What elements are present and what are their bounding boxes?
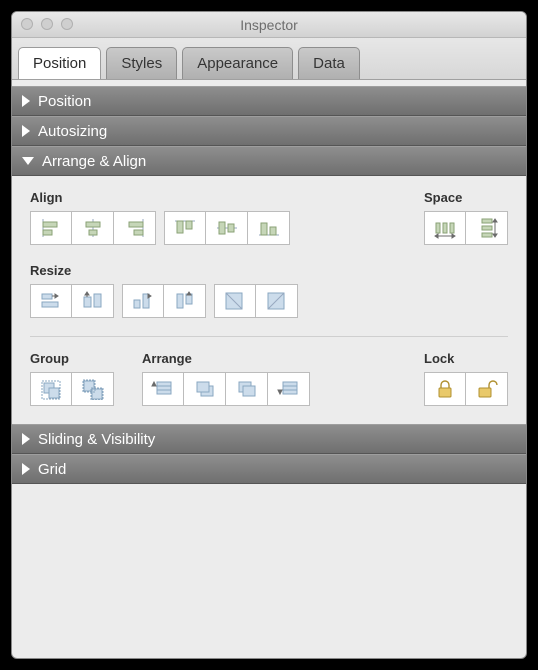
inspector-window: Inspector Position Styles Appearance Dat… [11,11,527,659]
tab-appearance[interactable]: Appearance [182,47,293,79]
space-label: Space [424,190,508,205]
section-title: Grid [38,461,66,478]
disclosure-down-icon [22,157,34,165]
zoom-window-button[interactable] [61,18,73,30]
align-horizontal-strip [30,211,156,245]
minimize-window-button[interactable] [41,18,53,30]
bring-forward-icon [193,378,217,400]
close-window-button[interactable] [21,18,33,30]
lock-button[interactable] [424,372,466,406]
resize-match-strip [30,284,114,318]
resize-to-largest-strip [214,284,298,318]
send-back-icon [277,378,301,400]
align-center-horizontal-button[interactable] [72,211,114,245]
bring-front-icon [151,378,175,400]
resize-largest-height-button[interactable] [256,284,298,318]
space-strip [424,211,508,245]
align-top-button[interactable] [164,211,206,245]
resize-small-h-icon [173,290,197,312]
section-title: Sliding & Visibility [38,431,155,448]
resize-height-icon [81,290,105,312]
tab-data[interactable]: Data [298,47,360,79]
ungroup-button[interactable] [72,372,114,406]
lock-strip [424,372,508,406]
send-to-back-button[interactable] [268,372,310,406]
space-vertical-button[interactable] [466,211,508,245]
resize-match-width-button[interactable] [30,284,72,318]
tab-label: Position [33,55,86,72]
align-vertical-strip [164,211,290,245]
group-button[interactable] [30,372,72,406]
arrange-align-content: Align [12,176,526,424]
tabs-row: Position Styles Appearance Data [12,38,526,80]
section-title: Autosizing [38,123,107,140]
arrange-strip [142,372,310,406]
resize-match-height-button[interactable] [72,284,114,318]
lock-label: Lock [424,351,508,366]
align-left-button[interactable] [30,211,72,245]
align-top-icon [173,217,197,239]
ungroup-icon [81,378,105,400]
arrange-label: Arrange [142,351,310,366]
unlock-button[interactable] [466,372,508,406]
resize-large-h-icon [265,290,289,312]
tab-label: Appearance [197,55,278,72]
title-bar: Inspector [12,12,526,38]
bring-to-front-button[interactable] [142,372,184,406]
tab-label: Data [313,55,345,72]
traffic-lights [21,18,73,30]
align-center-v-icon [215,217,239,239]
tab-position[interactable]: Position [18,47,101,79]
section-title: Position [38,93,91,110]
group-strip [30,372,114,406]
group-icon [39,378,63,400]
section-autosizing-header[interactable]: Autosizing [12,116,526,146]
resize-largest-width-button[interactable] [214,284,256,318]
align-bottom-icon [257,217,281,239]
resize-label: Resize [30,263,298,278]
section-sliding-visibility-header[interactable]: Sliding & Visibility [12,424,526,454]
align-right-button[interactable] [114,211,156,245]
resize-to-smallest-strip [122,284,206,318]
align-right-icon [123,217,147,239]
send-backward-icon [235,378,259,400]
send-backward-button[interactable] [226,372,268,406]
tab-styles[interactable]: Styles [106,47,177,79]
tab-label: Styles [121,55,162,72]
lock-open-icon [475,378,499,400]
resize-small-w-icon [131,290,155,312]
panel-body: Position Autosizing Arrange & Align Alig… [12,80,526,484]
space-v-icon [475,217,499,239]
section-grid-header[interactable]: Grid [12,454,526,484]
disclosure-right-icon [22,463,30,475]
section-position-header[interactable]: Position [12,86,526,116]
section-title: Arrange & Align [42,153,146,170]
group-label: Group [30,351,114,366]
space-h-icon [433,217,457,239]
divider [30,336,508,337]
disclosure-right-icon [22,433,30,445]
resize-smallest-height-button[interactable] [164,284,206,318]
disclosure-right-icon [22,95,30,107]
resize-smallest-width-button[interactable] [122,284,164,318]
resize-width-icon [39,290,63,312]
bring-forward-button[interactable] [184,372,226,406]
align-center-h-icon [81,217,105,239]
section-arrange-align-header[interactable]: Arrange & Align [12,146,526,176]
space-horizontal-button[interactable] [424,211,466,245]
align-label: Align [30,190,290,205]
window-title: Inspector [12,17,526,33]
resize-large-w-icon [223,290,247,312]
align-center-vertical-button[interactable] [206,211,248,245]
align-left-icon [39,217,63,239]
disclosure-right-icon [22,125,30,137]
lock-closed-icon [433,378,457,400]
align-bottom-button[interactable] [248,211,290,245]
